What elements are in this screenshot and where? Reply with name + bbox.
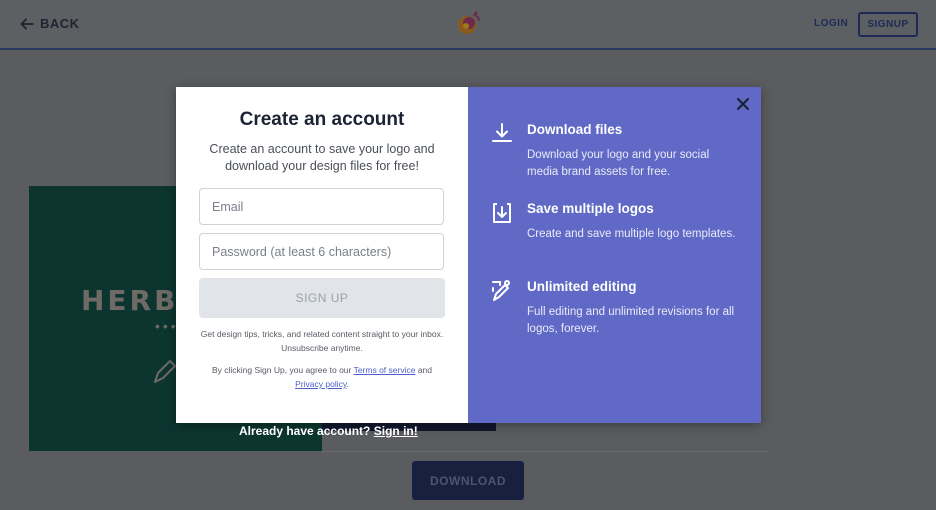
feature-title: Download files [527,122,623,137]
modal-title: Create an account [239,109,405,130]
terms-and: and [415,365,432,375]
features-panel: Download files Download your logo and yo… [468,87,761,423]
terms-note: By clicking Sign Up, you agree to our Te… [196,363,448,391]
back-label: BACK [40,16,80,31]
login-link[interactable]: LOGIN [814,18,848,29]
signin-prompt: Already have account? Sign in! [239,424,418,438]
download-icon [492,123,512,142]
modal-subtitle: Create an account to save your logo and … [209,142,435,173]
arrow-left-icon [20,18,34,29]
terms-prefix: By clicking Sign Up, you agree to our [211,365,354,375]
signup-form-panel: Create an account Create an account to s… [176,87,468,423]
feature-desc: Create and save multiple logo templates. [527,228,736,240]
terms-suffix: . [346,379,349,389]
pencil-icon [154,360,176,383]
newsletter-note: Get design tips, tricks, and related con… [200,329,444,353]
edit-icon [492,280,510,301]
already-text: Already have account? [239,424,371,438]
privacy-policy-link[interactable]: Privacy policy [295,379,346,389]
feature-desc: Full editing and unlimited revisions for… [527,306,735,335]
sign-in-link[interactable]: Sign in! [374,424,418,438]
save-icon [493,203,511,223]
sign-up-button[interactable]: SIGN UP [199,278,445,318]
divider [322,451,768,452]
terms-of-service-link[interactable]: Terms of service [354,365,416,375]
feature-title: Unlimited editing [527,279,637,294]
feature-title: Save multiple logos [527,201,654,216]
feature-desc: Download your logo and your social media… [527,149,710,178]
signup-button[interactable]: SIGNUP [858,12,918,37]
signup-modal: Create an account Create an account to s… [176,87,761,423]
email-field[interactable] [199,188,444,225]
back-button[interactable]: BACK [20,16,80,31]
download-button[interactable]: DOWNLOAD [412,461,524,500]
password-field[interactable] [199,233,444,270]
close-icon[interactable] [736,97,750,111]
brand-logo[interactable] [454,10,482,36]
top-bar: BACK LOGIN SIGNUP [0,0,936,50]
